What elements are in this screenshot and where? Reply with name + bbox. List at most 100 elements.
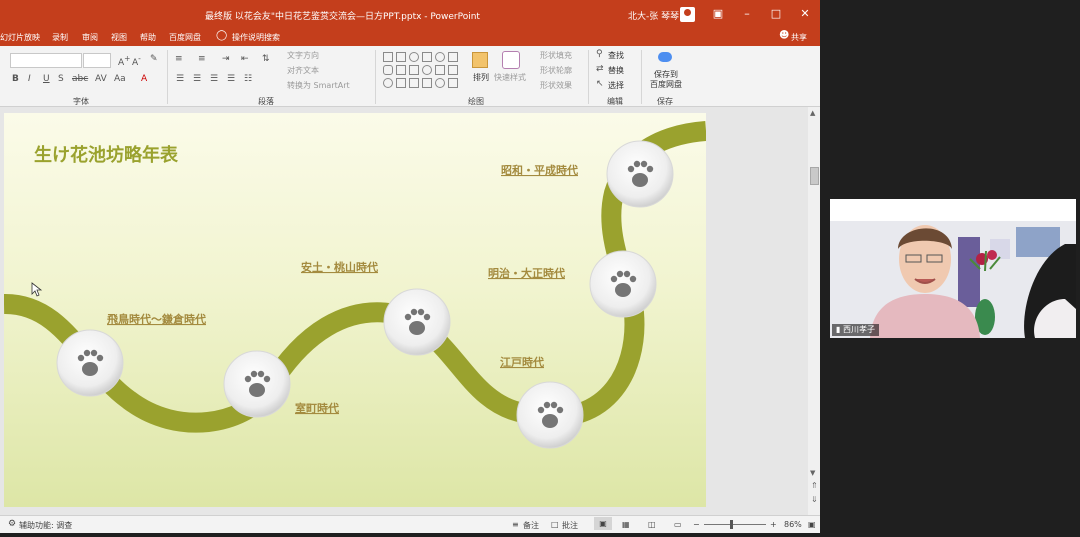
zoom-level[interactable]: 86%	[784, 520, 802, 529]
timeline-graphic: 生け花池坊略年表 飛鳥時代～鎌倉時代 室町時代 安土・桃山時代 江戸時代 明治・…	[4, 121, 706, 449]
baidu-cloud-icon	[658, 52, 672, 62]
webcam-tile: ▮ 西川孝子	[830, 199, 1076, 338]
shape-fill-button[interactable]: 形状填充	[540, 50, 572, 61]
tab-view[interactable]: 视图	[111, 32, 127, 43]
spacing-icon[interactable]: AV	[95, 74, 107, 84]
tell-me-search[interactable]: 操作说明搜索	[232, 32, 280, 43]
minimize-icon[interactable]: –	[739, 6, 755, 22]
bullets-icon[interactable]: ≡	[175, 54, 183, 64]
scroll-thumb[interactable]	[810, 167, 819, 185]
align-right-icon[interactable]: ☰	[210, 74, 218, 84]
participant-name: 西川孝子	[842, 325, 875, 334]
editing-group-label: 编辑	[607, 97, 623, 106]
comments-icon: □	[551, 520, 559, 529]
normal-view-icon[interactable]: ▣	[594, 517, 612, 530]
title-bar: 最终版 以花会友"中日花艺鉴赏交流会—日方PPT.pptx - PowerPoi…	[0, 0, 820, 28]
drawing-group-label: 绘图	[468, 97, 484, 106]
strikethrough-icon[interactable]: abc	[72, 74, 88, 84]
shape-effects-button[interactable]: 形状效果	[540, 80, 572, 91]
justify-icon[interactable]: ☰	[227, 74, 235, 84]
scroll-down-icon[interactable]: ▼	[810, 469, 815, 477]
prev-slide-icon[interactable]: ⇑	[811, 481, 818, 490]
arrange-icon	[472, 52, 488, 68]
align-left-icon[interactable]: ☰	[176, 74, 184, 84]
era-label-muromachi: 室町時代	[295, 401, 339, 415]
next-slide-icon[interactable]: ⇓	[811, 495, 818, 504]
era-label-showa-heisei: 昭和・平成時代	[501, 163, 578, 177]
replace-icon: ⇄	[596, 64, 604, 74]
tab-baidu[interactable]: 百度网盘	[169, 32, 201, 43]
slideshow-icon[interactable]: ▭	[674, 520, 682, 529]
tab-record[interactable]: 录制	[52, 32, 68, 43]
notes-icon: ≡	[512, 520, 519, 529]
mouse-pointer-icon	[31, 282, 43, 297]
lightbulb-icon: ◯	[216, 30, 228, 41]
separator	[167, 50, 168, 104]
shapes-gallery[interactable]	[381, 51, 461, 91]
outdent-icon[interactable]: ⇤	[241, 54, 249, 64]
user-name[interactable]: 北大-张 琴琴	[628, 9, 679, 22]
share-button[interactable]: 共享	[791, 32, 807, 43]
accessibility-status[interactable]: 辅助功能: 调查	[19, 520, 72, 531]
smartart-button[interactable]: 转换为 SmartArt	[287, 80, 350, 91]
shape-outline-button[interactable]: 形状轮廓	[540, 65, 572, 76]
numbering-icon[interactable]: ≡	[198, 54, 206, 64]
zoom-slider-track[interactable]	[704, 524, 766, 525]
menu-bar: 幻灯片放映 录制 审阅 视图 帮助 百度网盘 ◯ 操作说明搜索 ☻ 共享	[0, 28, 820, 46]
tab-help[interactable]: 帮助	[140, 32, 156, 43]
era-label-meiji-taisho: 明治・大正時代	[488, 266, 565, 280]
quick-styles-button[interactable]: 快速样式	[494, 72, 526, 83]
comments-button[interactable]: 批注	[562, 520, 578, 531]
font-color-icon[interactable]: A	[141, 74, 147, 84]
slide[interactable]: 生け花池坊略年表 飛鳥時代～鎌倉時代 室町時代 安土・桃山時代 江戸時代 明治・…	[4, 113, 706, 507]
decrease-font-icon[interactable]: A-	[132, 54, 141, 68]
arrange-button[interactable]: 排列	[473, 72, 489, 83]
ribbon: A+ A- ✎ B I U S abc AV Aa A 字体 ≡ ≡ ⇥ ⇤ ⇅…	[0, 46, 820, 107]
separator	[588, 50, 589, 104]
select-button[interactable]: 选择	[608, 80, 624, 91]
close-icon[interactable]: ✕	[797, 6, 813, 22]
era-label-azuchi-momoyama: 安土・桃山時代	[301, 260, 378, 274]
scroll-up-icon[interactable]: ▲	[810, 109, 815, 117]
line-spacing-icon[interactable]: ⇅	[262, 54, 270, 64]
vertical-scrollbar[interactable]: ▲ ▼ ⇑ ⇓	[808, 107, 820, 515]
change-case-icon[interactable]: Aa	[114, 74, 126, 84]
save-to-baidu-button[interactable]: 保存到 百度网盘	[650, 70, 682, 90]
indent-icon[interactable]: ⇥	[222, 54, 230, 64]
tab-review[interactable]: 审阅	[82, 32, 98, 43]
status-bar: ⚙ 辅助功能: 调查 ≡ 备注 □ 批注 ▣ ▦ ◫ ▭ − + 86% ▣	[0, 515, 820, 533]
slide-sorter-icon[interactable]: ▦	[622, 520, 630, 529]
quick-styles-icon	[502, 51, 520, 69]
shadow-icon[interactable]: S	[58, 74, 64, 84]
avatar[interactable]	[680, 7, 695, 22]
font-group-label: 字体	[73, 97, 89, 106]
ribbon-display-icon[interactable]: ▣	[710, 6, 726, 22]
zoom-in-icon[interactable]: +	[770, 520, 777, 529]
find-button[interactable]: 查找	[608, 50, 624, 61]
reading-view-icon[interactable]: ◫	[648, 520, 656, 529]
fit-slide-icon[interactable]: ▣	[808, 520, 816, 529]
italic-icon[interactable]: I	[28, 74, 31, 84]
clear-format-icon[interactable]: ✎	[150, 54, 158, 64]
maximize-icon[interactable]: □	[768, 6, 784, 22]
zoom-out-icon[interactable]: −	[693, 520, 700, 529]
align-text-button[interactable]: 对齐文本	[287, 65, 319, 76]
powerpoint-window: 最终版 以花会友"中日花艺鉴赏交流会—日方PPT.pptx - PowerPoi…	[0, 0, 820, 533]
notes-button[interactable]: 备注	[523, 520, 539, 531]
increase-font-icon[interactable]: A+	[118, 54, 130, 68]
accessibility-icon: ⚙	[8, 519, 17, 529]
replace-button[interactable]: 替换	[608, 65, 624, 76]
align-center-icon[interactable]: ☰	[193, 74, 201, 84]
font-size-select[interactable]	[83, 53, 111, 68]
zoom-slider-thumb[interactable]	[730, 520, 733, 529]
text-direction-button[interactable]: 文字方向	[287, 50, 319, 61]
tab-slideshow[interactable]: 幻灯片放映	[0, 32, 40, 43]
font-family-select[interactable]	[10, 53, 82, 68]
find-icon: ⚲	[596, 49, 603, 59]
era-circle	[606, 140, 674, 208]
columns-icon[interactable]: ☷	[244, 74, 252, 84]
underline-icon[interactable]: U	[43, 74, 50, 84]
bold-icon[interactable]: B	[12, 74, 19, 84]
signal-icon: ▮	[836, 325, 841, 334]
select-icon: ↖	[596, 79, 604, 89]
